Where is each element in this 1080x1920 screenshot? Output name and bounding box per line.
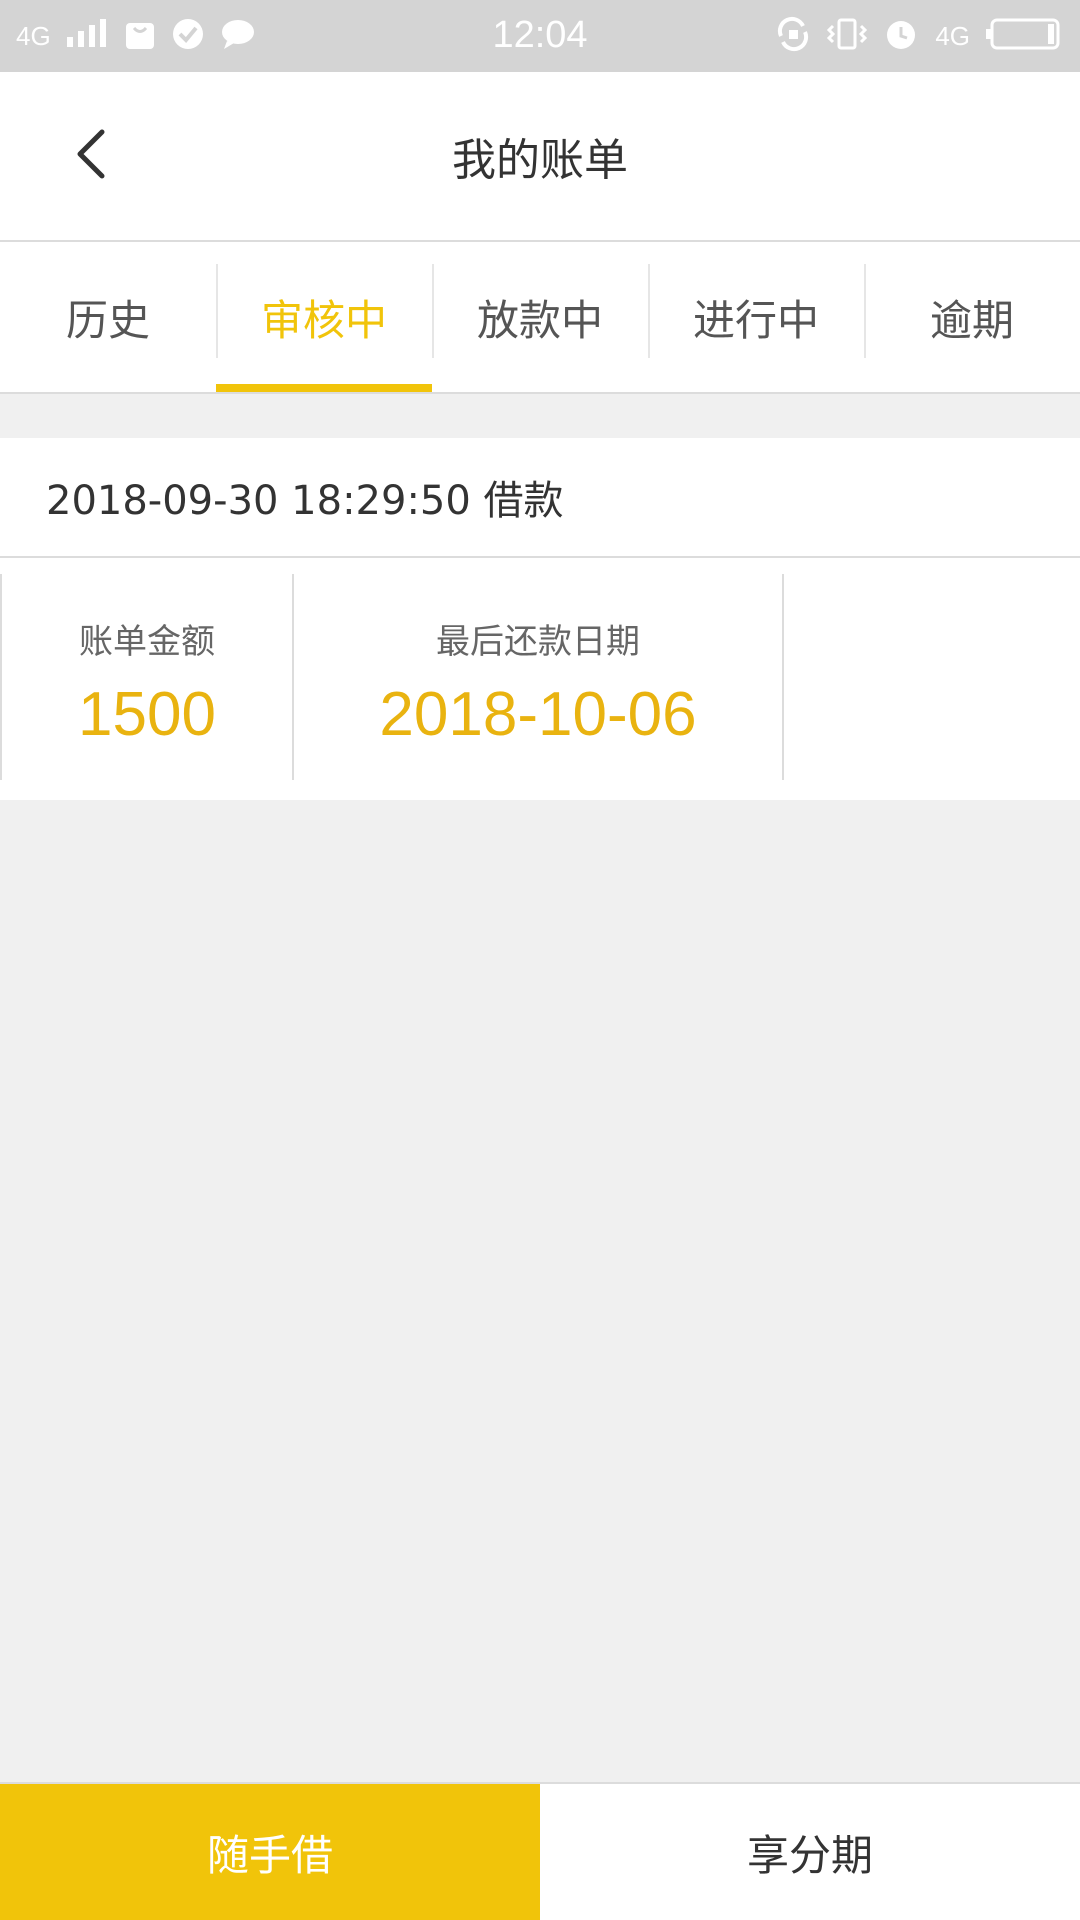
alarm-icon	[883, 16, 919, 56]
borrow-button[interactable]: 随手借	[0, 1784, 540, 1920]
page-title: 我的账单	[452, 135, 628, 186]
due-date-label: 最后还款日期	[436, 622, 640, 662]
tab-under-review[interactable]: 审核中	[216, 242, 432, 392]
tab-in-progress[interactable]: 进行中	[648, 242, 864, 392]
bill-details: 账单金额 1500 最后还款日期 2018-10-06	[0, 574, 1080, 794]
bill-header: 2018-09-30 18:29:50 借款	[0, 438, 1080, 558]
network-type-right: 4G	[935, 20, 970, 51]
bill-amount-cell: 账单金额 1500	[0, 574, 294, 780]
battery-icon	[986, 18, 1062, 54]
installment-button[interactable]: 享分期	[540, 1784, 1080, 1920]
rotation-lock-icon	[775, 16, 811, 56]
tab-overdue[interactable]: 逾期	[864, 242, 1080, 392]
bill-amount-label: 账单金额	[79, 622, 215, 662]
tab-disbursing[interactable]: 放款中	[432, 242, 648, 392]
status-right: 4G	[775, 14, 1062, 58]
bill-amount-value: 1500	[78, 680, 216, 749]
bill-status-tabs: 历史 审核中 放款中 进行中 逾期	[0, 242, 1080, 394]
bill-card[interactable]: 2018-09-30 18:29:50 借款 账单金额 1500 最后还款日期 …	[0, 438, 1080, 800]
app-header: 我的账单	[0, 72, 1080, 242]
bottom-action-bar: 随手借 享分期	[0, 1782, 1080, 1920]
vibrate-icon	[827, 16, 868, 56]
status-bar: 4G 12:04 4G	[0, 0, 1080, 72]
due-date-value: 2018-10-06	[379, 680, 697, 749]
due-date-cell: 最后还款日期 2018-10-06	[294, 574, 784, 780]
tab-history[interactable]: 历史	[0, 242, 216, 392]
screen: 4G 12:04 4G 我的账单 历史 审核中 放款中 进行中 逾期 2018-…	[0, 0, 1080, 1920]
